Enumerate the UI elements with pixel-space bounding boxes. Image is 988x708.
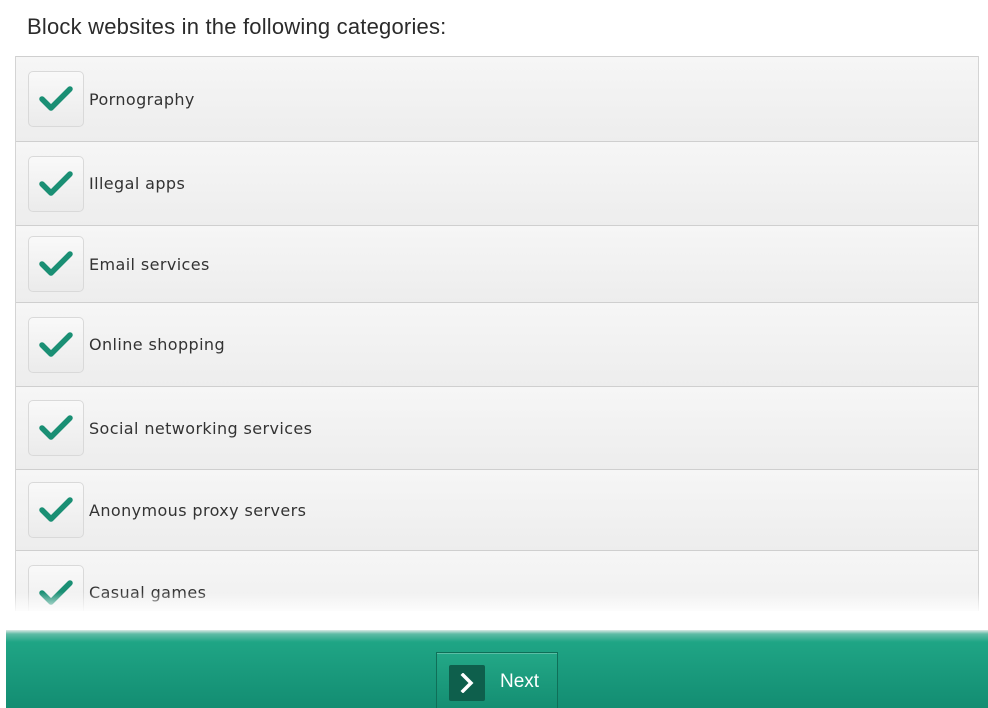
list-item[interactable]: Pornography (16, 56, 978, 141)
category-label: Anonymous proxy servers (89, 500, 307, 520)
list-item[interactable]: Online shopping (16, 302, 978, 386)
chevron-right-icon (449, 665, 485, 701)
category-label: Social networking services (89, 418, 313, 438)
checkbox[interactable] (28, 236, 84, 292)
page-title: Block websites in the following categori… (27, 14, 447, 39)
next-button[interactable]: Next (436, 652, 558, 708)
list-item[interactable]: Social networking services (16, 386, 978, 469)
category-label: Pornography (89, 89, 195, 109)
check-icon (39, 415, 73, 440)
check-icon (39, 170, 73, 196)
list-item[interactable]: Anonymous proxy servers (16, 469, 978, 550)
category-label: Illegal apps (89, 174, 186, 193)
checkbox[interactable] (28, 316, 84, 373)
list-item[interactable]: Illegal apps (16, 141, 978, 225)
check-icon (39, 251, 73, 276)
checkbox[interactable] (28, 71, 84, 127)
scroll-fade (0, 592, 988, 632)
checkbox[interactable] (28, 400, 84, 456)
next-button-label: Next (500, 671, 540, 692)
checkbox[interactable] (28, 155, 84, 212)
check-icon (39, 86, 73, 111)
category-label: Online shopping (89, 335, 226, 354)
list-item[interactable]: Email services (16, 225, 978, 302)
check-icon (39, 497, 73, 522)
checkbox[interactable] (28, 482, 84, 538)
category-label: Email services (89, 254, 210, 274)
category-list[interactable]: Pornography Illegal apps Email services … (15, 56, 979, 611)
check-icon (39, 331, 73, 357)
